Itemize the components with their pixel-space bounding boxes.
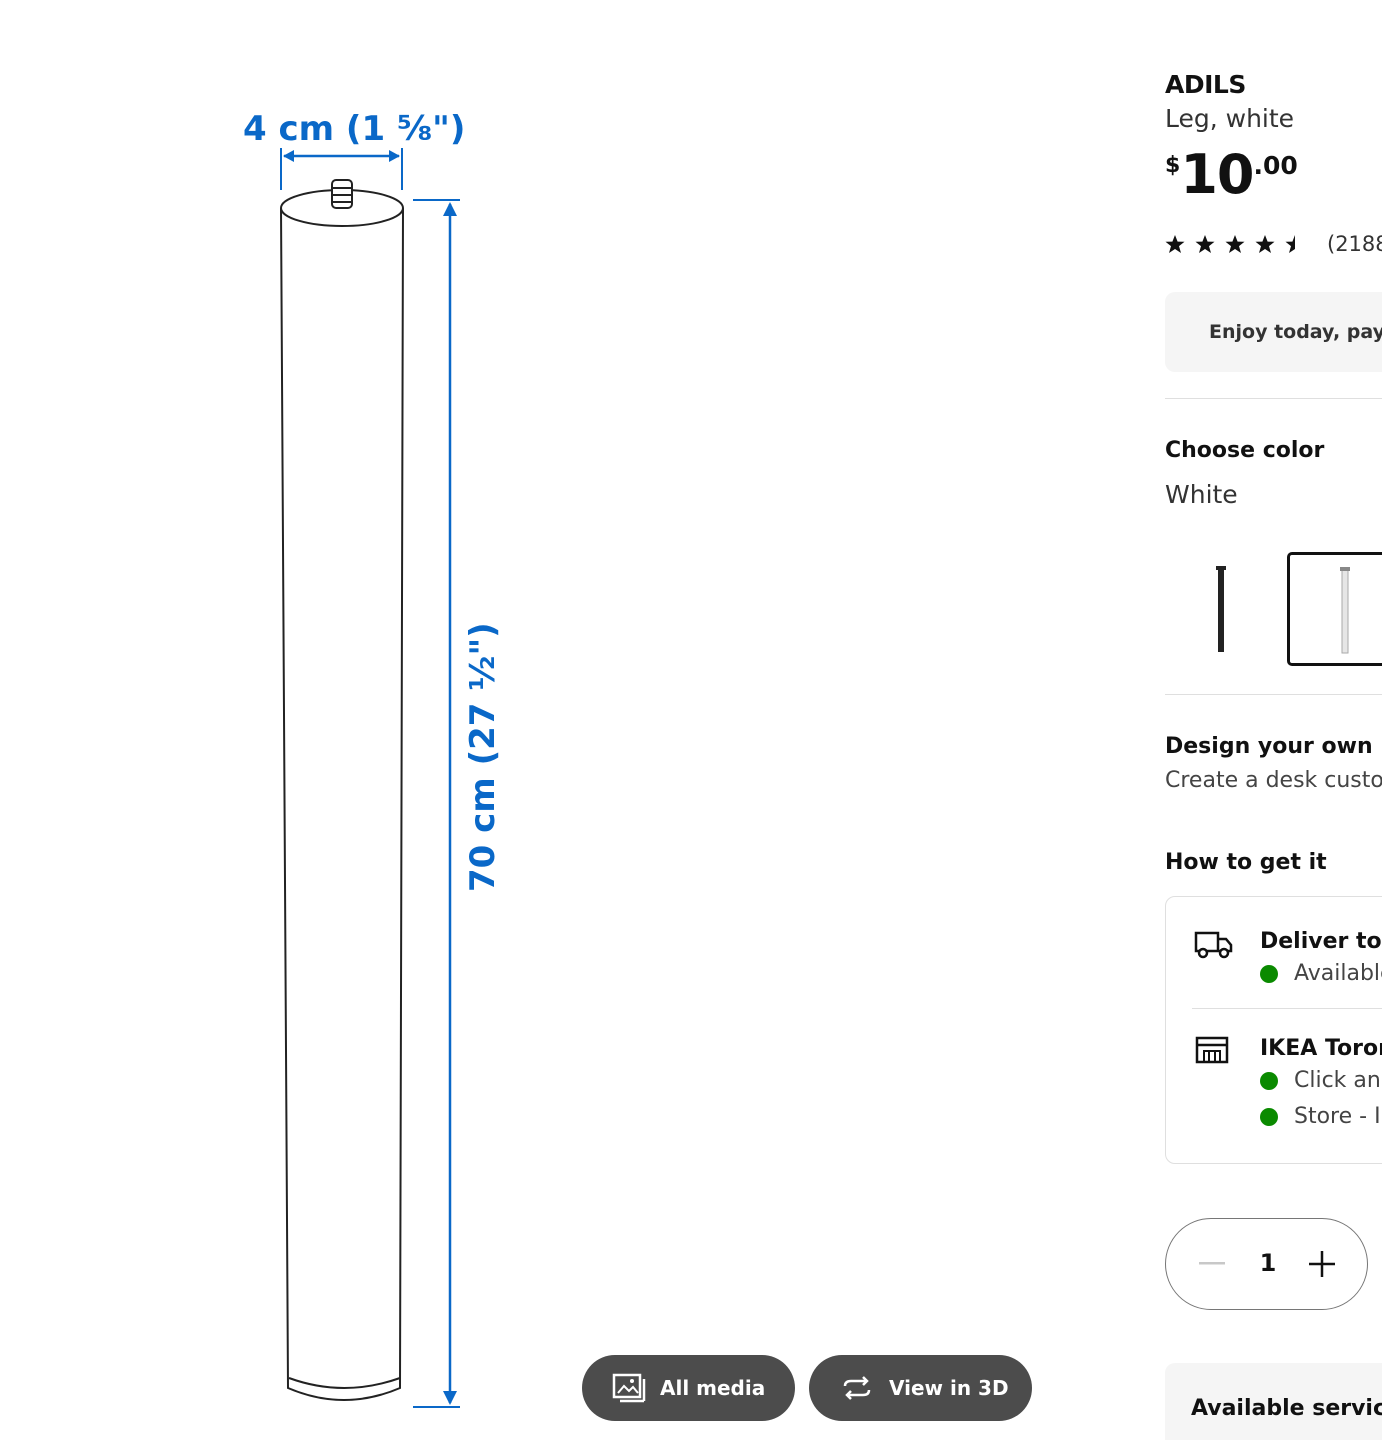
delivery-status-text: Available bbox=[1294, 961, 1382, 986]
product-info-panel: ADILS Leg, white $ 10 .00 (2188) Enjoy t… bbox=[1165, 0, 1382, 1440]
view-in-3d-label: View in 3D bbox=[889, 1376, 1009, 1400]
status-dot bbox=[1260, 1071, 1278, 1090]
color-option-black[interactable] bbox=[1165, 552, 1281, 666]
price-decimal: .00 bbox=[1253, 151, 1298, 180]
product-name: ADILS bbox=[1165, 70, 1246, 99]
price-integer: 10 bbox=[1180, 143, 1254, 206]
black-leg-thumbnail bbox=[1216, 566, 1226, 652]
rating-count: (2188) bbox=[1327, 232, 1382, 256]
quantity-stepper: 1 bbox=[1165, 1218, 1368, 1310]
selected-color: White bbox=[1165, 480, 1238, 509]
click-and-collect-status: Click and collect bbox=[1260, 1068, 1382, 1093]
divider bbox=[1165, 694, 1382, 695]
product-description: Leg, white bbox=[1165, 104, 1295, 133]
leg-dimension-drawing: 4 cm (1 ⅝") 70 cm (27 ½") bbox=[243, 109, 503, 1408]
store-option-title[interactable]: IKEA Toronto bbox=[1260, 1036, 1382, 1061]
leg-illustration bbox=[280, 179, 404, 1401]
choose-color-title: Choose color bbox=[1165, 438, 1325, 463]
price-currency: $ bbox=[1165, 153, 1181, 178]
promo-text: Enjoy today, pay later bbox=[1209, 321, 1382, 343]
truck-icon bbox=[1194, 931, 1233, 959]
rating-stars-icon bbox=[1165, 235, 1295, 253]
divider bbox=[1165, 398, 1382, 399]
product-rating[interactable]: (2188) bbox=[1165, 232, 1382, 256]
delivery-option-title[interactable]: Deliver to bbox=[1260, 929, 1382, 954]
status-dot bbox=[1260, 964, 1278, 983]
available-services-title: Available services bbox=[1191, 1396, 1382, 1421]
store-icon bbox=[1195, 1036, 1229, 1064]
color-option-white[interactable] bbox=[1287, 552, 1382, 666]
rotate-3d-icon bbox=[843, 1376, 871, 1400]
all-media-label: All media bbox=[660, 1376, 766, 1400]
decrease-quantity-button[interactable] bbox=[1188, 1240, 1236, 1288]
all-media-button[interactable]: All media bbox=[582, 1355, 795, 1421]
status-dot bbox=[1260, 1107, 1278, 1126]
delivery-status: Available bbox=[1260, 961, 1382, 986]
increase-quantity-button[interactable] bbox=[1298, 1240, 1346, 1288]
minus-icon bbox=[1199, 1262, 1225, 1265]
white-leg-thumbnail bbox=[1340, 567, 1350, 654]
design-your-own-subtitle[interactable]: Create a desk customized to your needs bbox=[1165, 768, 1382, 793]
gallery-icon bbox=[612, 1373, 646, 1403]
product-price: $ 10 .00 bbox=[1165, 143, 1298, 207]
store-stock-text: Store - In stock bbox=[1294, 1104, 1382, 1129]
promo-banner[interactable]: Enjoy today, pay later bbox=[1165, 292, 1382, 372]
available-services-panel[interactable]: Available services bbox=[1165, 1363, 1382, 1440]
view-in-3d-button[interactable]: View in 3D bbox=[809, 1355, 1032, 1421]
divider bbox=[1192, 1008, 1382, 1009]
quantity-value[interactable]: 1 bbox=[1258, 1249, 1278, 1277]
height-dimension-label: 70 cm (27 ½") bbox=[463, 622, 503, 892]
store-stock-status: Store - In stock bbox=[1260, 1104, 1382, 1129]
design-your-own-title[interactable]: Design your own bbox=[1165, 734, 1373, 759]
product-image: 4 cm (1 ⅝") 70 cm (27 ½") All media View… bbox=[0, 0, 1110, 1440]
width-dimension-label: 4 cm (1 ⅝") bbox=[243, 109, 465, 149]
click-and-collect-text: Click and collect bbox=[1294, 1068, 1382, 1093]
delivery-options-card: Deliver to Available IKEA Toronto Click … bbox=[1165, 896, 1382, 1164]
plus-icon bbox=[1309, 1251, 1335, 1277]
how-to-get-it-title: How to get it bbox=[1165, 850, 1327, 875]
